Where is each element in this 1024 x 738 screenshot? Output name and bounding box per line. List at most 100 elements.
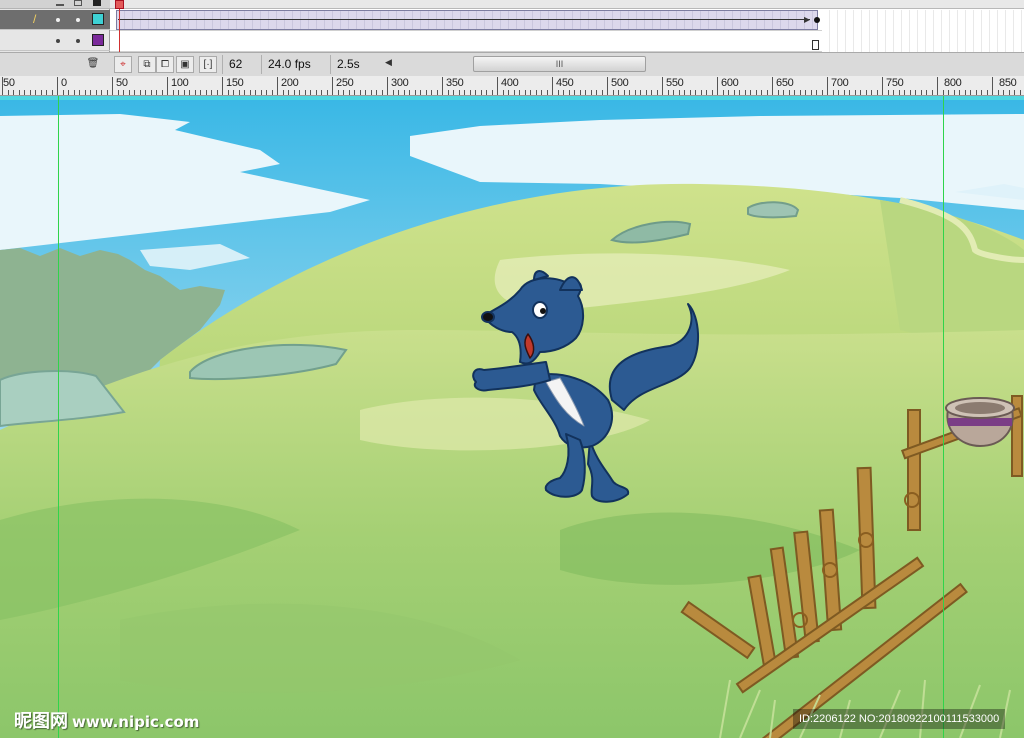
- ruler-tick: [745, 90, 746, 95]
- ruler-tick: [475, 90, 476, 95]
- ruler-tick: [376, 90, 377, 95]
- ruler-tick: [85, 90, 86, 95]
- ruler-tick: [338, 90, 339, 95]
- ruler-label: 700: [831, 77, 849, 89]
- ruler-tick: [937, 77, 938, 95]
- layer-outline-color-swatch[interactable]: [92, 13, 104, 25]
- timeline-scroll-thumb[interactable]: III: [473, 56, 646, 72]
- ruler-tick: [596, 90, 597, 95]
- ruler-tick: [431, 90, 432, 95]
- edit-multiple-frames-icon[interactable]: ▣: [176, 56, 194, 73]
- ruler-tick: [1003, 90, 1004, 95]
- visibility-dot-icon[interactable]: [56, 18, 60, 22]
- ruler-tick: [657, 90, 658, 95]
- ruler-tick: [1014, 90, 1015, 95]
- ruler-tick: [415, 90, 416, 95]
- ruler-tick: [547, 90, 548, 95]
- ruler-tick: [926, 90, 927, 95]
- lock-dot-icon[interactable]: [76, 39, 80, 43]
- ruler-tick: [19, 90, 20, 95]
- ruler-tick: [404, 90, 405, 95]
- ruler-tick: [178, 90, 179, 95]
- scroll-left-icon[interactable]: ◀: [385, 57, 392, 68]
- outline-column-icon[interactable]: [93, 0, 101, 6]
- playhead-handle[interactable]: [115, 0, 124, 9]
- frame-number-ruler[interactable]: [110, 0, 1024, 9]
- ruler-tick: [233, 90, 234, 95]
- timeline-panel: / ▶ 🗑 ⌖ ⧉ ⧠ ▣ [·] 62 24.0 fps 2.5s ◀ III: [0, 0, 1024, 76]
- ruler-tick: [915, 90, 916, 95]
- stage-guide-left[interactable]: [58, 96, 59, 738]
- onion-skin-icon[interactable]: ⧉: [138, 56, 156, 73]
- ruler-label: 850: [999, 77, 1017, 89]
- pencil-edit-icon: /: [33, 12, 37, 26]
- keyframe-dot-icon[interactable]: [814, 17, 820, 23]
- ruler-tick: [585, 90, 586, 95]
- modify-onion-markers-icon[interactable]: [·]: [199, 56, 217, 73]
- stage-guide-right[interactable]: [943, 96, 944, 738]
- ruler-tick: [970, 90, 971, 95]
- ruler-label: 650: [776, 77, 794, 89]
- ruler-tick: [888, 90, 889, 95]
- ruler-tick: [992, 77, 993, 95]
- onion-skin-outlines-icon[interactable]: ⧠: [156, 56, 174, 73]
- stage-canvas[interactable]: [0, 100, 1024, 738]
- ruler-tick: [288, 90, 289, 95]
- ruler-tick: [217, 90, 218, 95]
- ruler-tick: [365, 90, 366, 95]
- frame-rate-display[interactable]: 24.0 fps: [261, 55, 325, 74]
- ruler-tick: [239, 90, 240, 95]
- ruler-tick: [739, 90, 740, 95]
- ruler-tick: [156, 90, 157, 95]
- ruler-tick: [96, 90, 97, 95]
- layer-row-1[interactable]: /: [0, 10, 110, 30]
- watermark-logo: 昵图网 www.nipic.com: [14, 707, 199, 733]
- empty-frames[interactable]: [822, 10, 1024, 52]
- ruler-tick: [811, 90, 812, 95]
- ruler-tick: [695, 90, 696, 95]
- ruler-tick: [382, 90, 383, 95]
- stage-artwork: [0, 100, 1024, 738]
- ruler-tick: [464, 90, 465, 95]
- ruler-tick: [833, 90, 834, 95]
- end-frame-marker[interactable]: [812, 40, 819, 50]
- ruler-label: 450: [556, 77, 574, 89]
- layer-row-2[interactable]: [0, 31, 110, 51]
- ruler-tick: [607, 77, 608, 95]
- ruler-tick: [305, 90, 306, 95]
- ruler-tick: [299, 90, 300, 95]
- layer-outline-color-swatch[interactable]: [92, 34, 104, 46]
- ruler-tick: [420, 90, 421, 95]
- ruler-tick: [184, 90, 185, 95]
- eye-column-icon[interactable]: [56, 0, 64, 6]
- ruler-label: 100: [171, 77, 189, 89]
- delete-layer-icon[interactable]: 🗑: [84, 56, 102, 73]
- ruler-tick: [668, 90, 669, 95]
- ruler-tick: [706, 90, 707, 95]
- ruler-tick: [893, 90, 894, 95]
- ruler-tick: [211, 90, 212, 95]
- ruler-tick: [134, 90, 135, 95]
- ruler-tick: [871, 90, 872, 95]
- ruler-tick: [822, 90, 823, 95]
- visibility-dot-icon[interactable]: [56, 39, 60, 43]
- ruler-tick: [684, 90, 685, 95]
- ruler-tick: [316, 90, 317, 95]
- ruler-tick: [206, 90, 207, 95]
- watermark-url: www.nipic.com: [72, 713, 200, 731]
- ruler-tick: [57, 77, 58, 95]
- lock-dot-icon[interactable]: [76, 18, 80, 22]
- ruler-tick: [497, 77, 498, 95]
- ruler-tick: [805, 90, 806, 95]
- layer-header: [0, 0, 110, 9]
- ruler-tick: [173, 90, 174, 95]
- ruler-tick: [63, 90, 64, 95]
- stage-ruler: 50 0 50 100 150 200 250 300 350 400 450 …: [0, 76, 1024, 96]
- ruler-tick: [398, 90, 399, 95]
- ruler-tick: [283, 90, 284, 95]
- frame-grid[interactable]: ▶: [110, 0, 1024, 52]
- lock-column-icon[interactable]: [74, 0, 82, 6]
- center-frame-icon[interactable]: ⌖: [114, 56, 132, 73]
- motion-tween-span[interactable]: [116, 10, 818, 30]
- ruler-tick: [167, 77, 168, 95]
